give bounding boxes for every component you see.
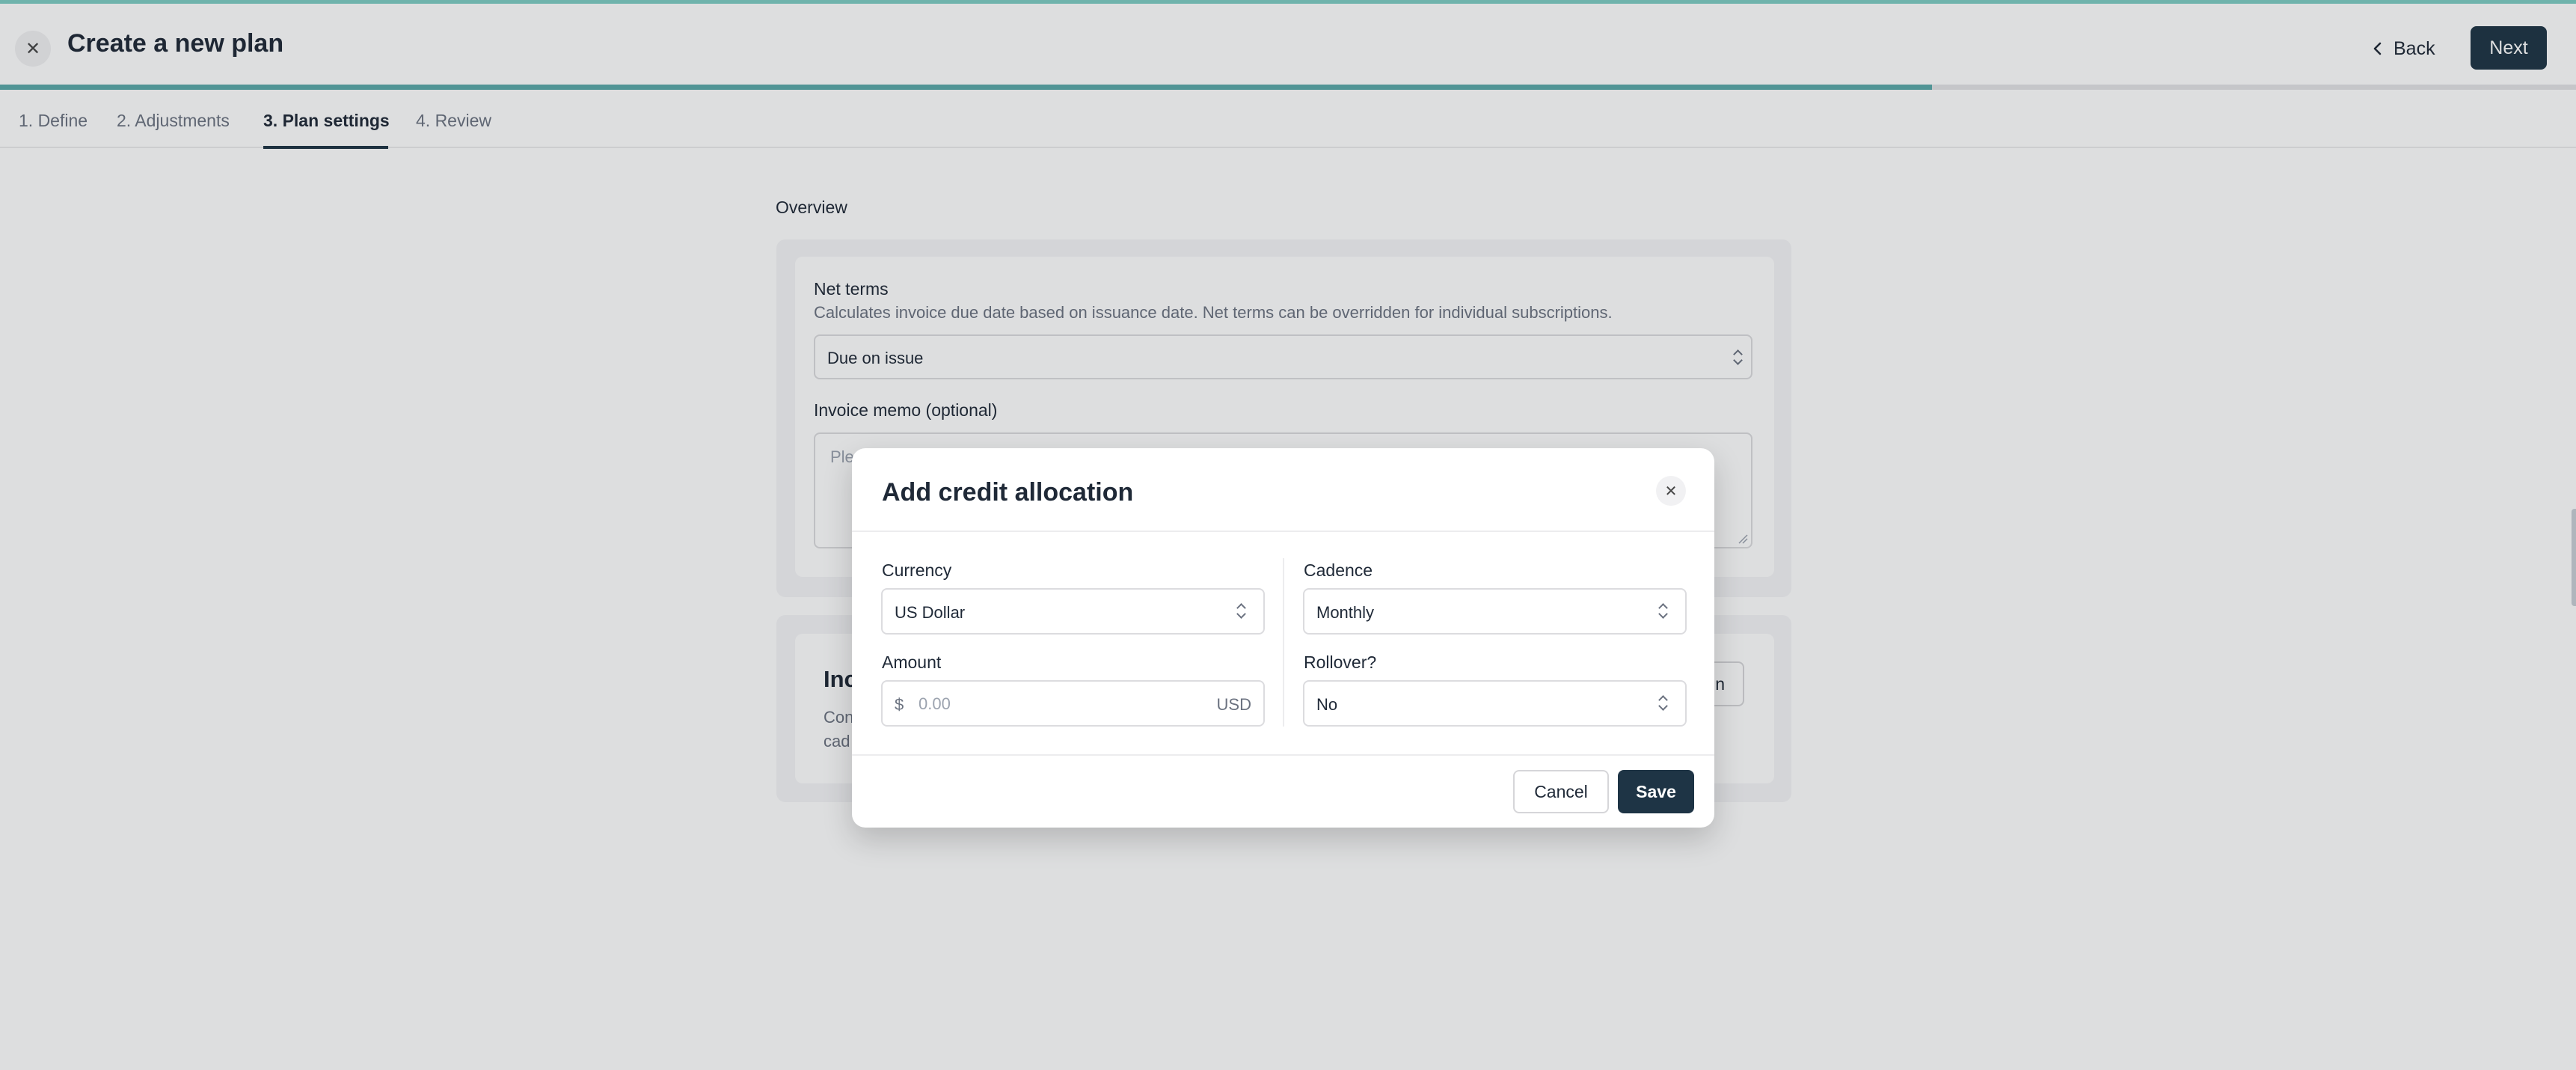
modal-title: Add credit allocation (882, 478, 1134, 507)
chevron-up-down-icon (1658, 694, 1669, 712)
add-credit-allocation-modal: Add credit allocation ✕ Currency US Doll… (852, 448, 1714, 828)
save-button[interactable]: Save (1618, 770, 1694, 813)
close-icon[interactable]: ✕ (1656, 476, 1686, 506)
rollover-select[interactable]: No (1303, 680, 1687, 727)
modal-footer-divider (852, 754, 1714, 756)
currency-symbol: $ (895, 695, 904, 714)
cancel-button[interactable]: Cancel (1513, 770, 1609, 813)
amount-field[interactable]: $ USD (881, 680, 1265, 727)
cadence-select[interactable]: Monthly (1303, 588, 1687, 635)
amount-label: Amount (882, 652, 942, 672)
amount-input[interactable] (919, 691, 1173, 718)
modal-divider (852, 531, 1714, 532)
currency-value: US Dollar (895, 603, 966, 622)
currency-select[interactable]: US Dollar (881, 588, 1265, 635)
currency-label: Currency (882, 560, 952, 580)
currency-code: USD (1216, 695, 1251, 714)
rollover-label: Rollover? (1304, 652, 1377, 672)
cadence-label: Cadence (1304, 560, 1373, 580)
chevron-up-down-icon (1236, 602, 1247, 620)
modal-column-divider (1283, 558, 1284, 727)
chevron-up-down-icon (1658, 602, 1669, 620)
rollover-value: No (1316, 695, 1338, 714)
cadence-value: Monthly (1316, 603, 1375, 622)
